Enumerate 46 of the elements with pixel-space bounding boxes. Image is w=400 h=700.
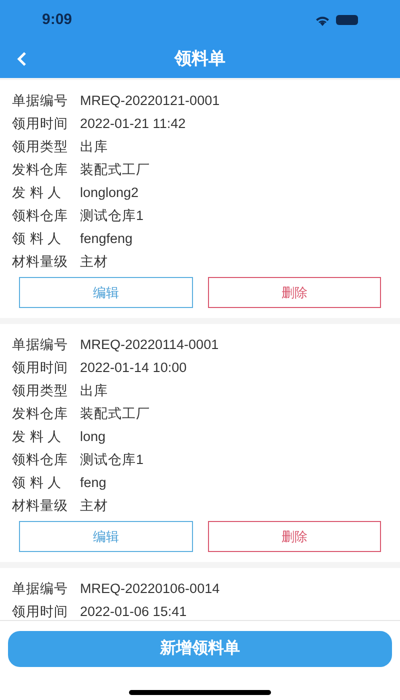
field-label: 领 料 人 <box>12 474 63 492</box>
field-value: 出库 <box>80 138 108 156</box>
field-label: 领用类型 <box>12 138 69 156</box>
field-value: 出库 <box>80 382 108 400</box>
field-label: 单据编号 <box>12 580 69 598</box>
field-value: 2022-01-14 10:00 <box>80 359 187 378</box>
field-value: feng <box>80 474 106 492</box>
wifi-icon <box>315 14 330 26</box>
edit-button[interactable]: 编辑 <box>19 277 192 308</box>
battery-icon <box>336 15 358 25</box>
edit-button[interactable]: 编辑 <box>19 521 192 552</box>
field-label: 领 料 人 <box>12 230 63 248</box>
page-title: 领料单 <box>174 48 226 70</box>
field-value: 主材 <box>80 253 108 272</box>
field-value: long <box>80 428 106 446</box>
field-label: 领料仓库 <box>12 207 69 226</box>
field-label: 领料仓库 <box>12 451 69 470</box>
field-label: 单据编号 <box>12 336 69 354</box>
field-value: 2022-01-06 15:41 <box>80 603 187 620</box>
field-value: 测试仓库1 <box>80 207 144 226</box>
status-time: 9:09 <box>42 10 72 30</box>
field-value: fengfeng <box>80 230 133 248</box>
field-label: 发 料 人 <box>12 428 63 446</box>
field-label: 领用时间 <box>12 359 69 378</box>
field-value: 装配式工厂 <box>80 161 150 180</box>
field-value: MREQ-20220114-0001 <box>80 336 219 354</box>
add-requisition-button[interactable]: 新增领料单 <box>8 631 392 667</box>
back-icon <box>16 51 28 67</box>
field-label: 领用时间 <box>12 603 69 620</box>
field-value: 主材 <box>80 497 108 516</box>
field-label: 发 料 人 <box>12 184 63 202</box>
field-label: 领用时间 <box>12 115 69 134</box>
field-label: 发料仓库 <box>12 405 69 424</box>
field-value: 2022-01-21 11:42 <box>80 115 186 134</box>
field-value: MREQ-20220106-0014 <box>80 580 220 598</box>
field-label: 领用类型 <box>12 382 69 400</box>
field-value: 装配式工厂 <box>80 405 150 424</box>
delete-button[interactable]: 删除 <box>208 277 381 308</box>
field-label: 单据编号 <box>12 92 69 110</box>
field-label: 材料量级 <box>12 497 69 516</box>
field-label: 材料量级 <box>12 253 69 272</box>
delete-button[interactable]: 删除 <box>208 521 381 552</box>
field-value: longlong2 <box>80 184 139 202</box>
field-label: 发料仓库 <box>12 161 69 180</box>
field-value: 测试仓库1 <box>80 451 144 470</box>
field-value: MREQ-20220121-0001 <box>80 92 220 110</box>
